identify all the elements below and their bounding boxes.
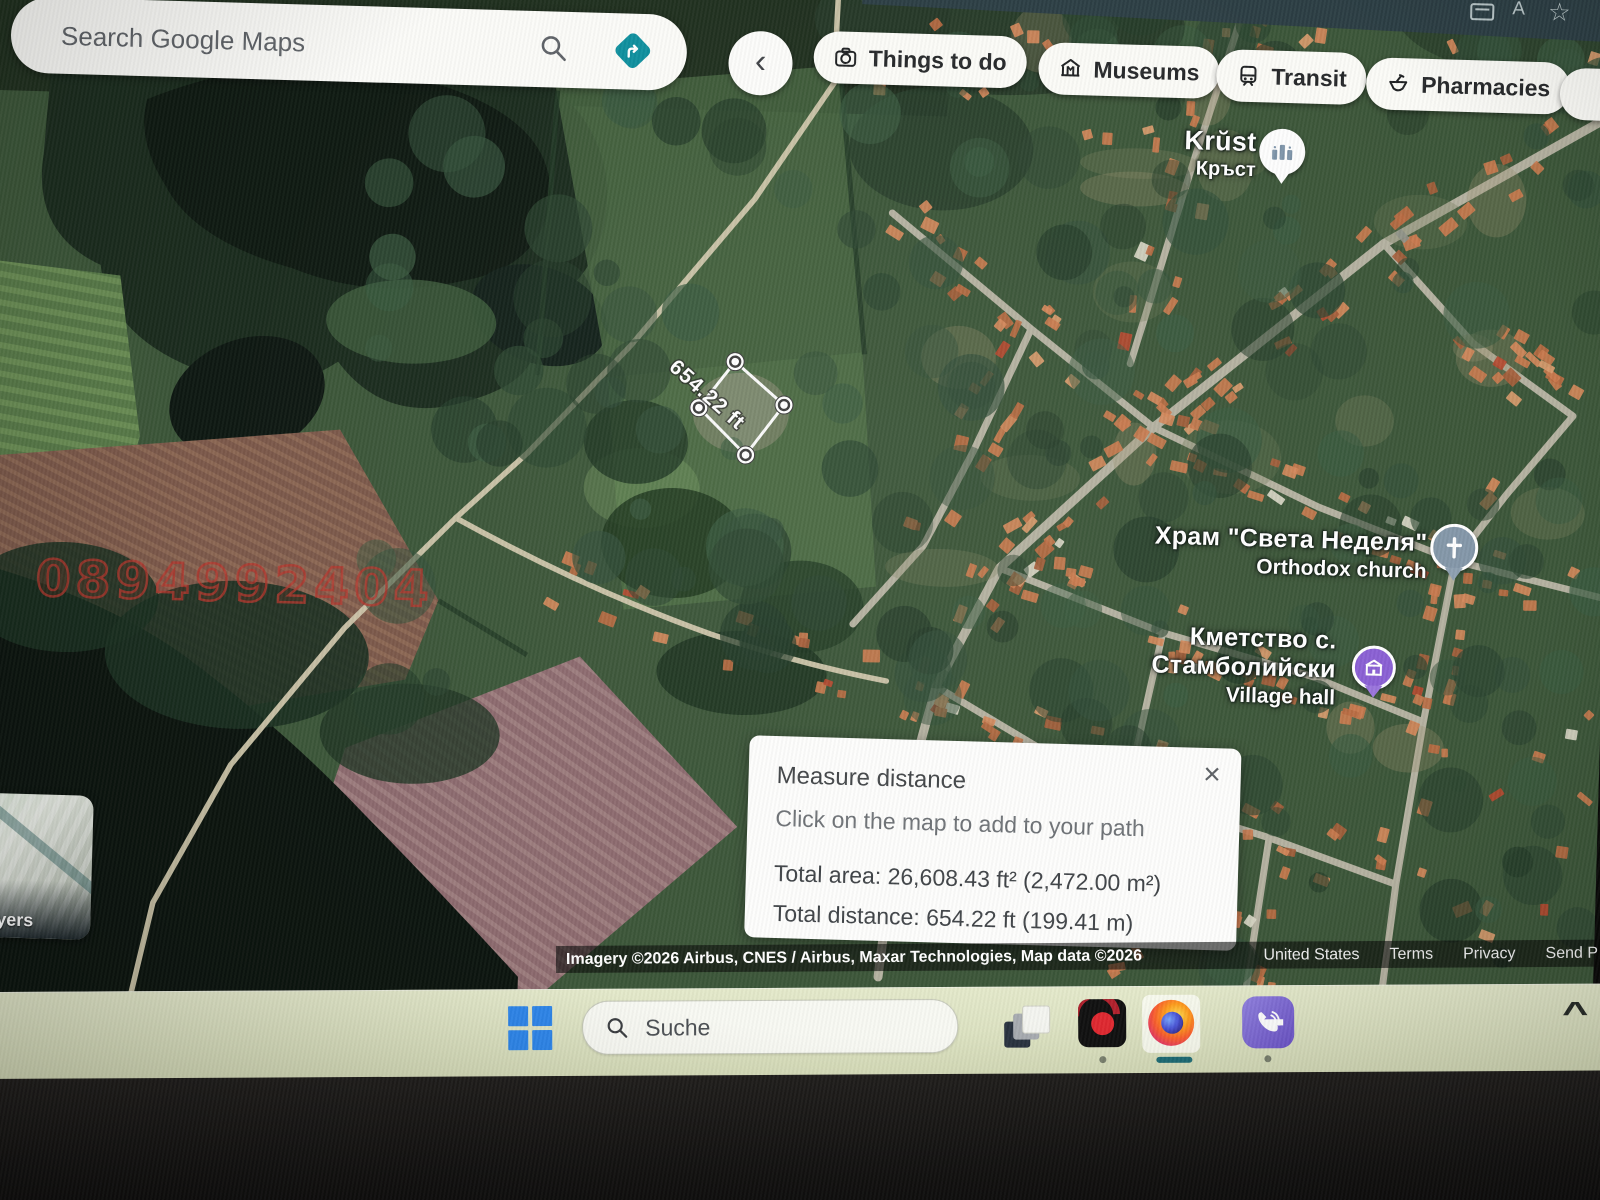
- attribution-region[interactable]: United States: [1263, 946, 1359, 965]
- poi-label-krust[interactable]: Krŭst Кръст: [1125, 124, 1257, 185]
- total-area-value: Total area: 26,608.43 ft² (2,472.00 m²): [774, 860, 1211, 899]
- directions-icon[interactable]: [614, 32, 653, 71]
- poi-subtitle: Кръст: [1125, 154, 1256, 185]
- windows-taskbar: ^: [0, 983, 1600, 1081]
- monitor-bezel: [0, 1070, 1600, 1200]
- chip-things-to-do[interactable]: Things to do: [813, 31, 1027, 89]
- museum-icon: [1058, 57, 1083, 82]
- reader-icon[interactable]: A: [1512, 0, 1525, 21]
- poi-label-orthodox-church[interactable]: Храм "Света Неделя" Orthodox church: [1134, 521, 1427, 585]
- running-app-dot: [1264, 1055, 1271, 1062]
- running-app-dot: [1099, 1056, 1106, 1063]
- bookmark-star-icon[interactable]: ☆: [1548, 0, 1571, 28]
- chip-label: Museums: [1093, 56, 1200, 86]
- poi-title: Krŭst: [1126, 124, 1257, 158]
- watermark-phone-number: 0894992404: [35, 549, 434, 618]
- task-view-button[interactable]: [1004, 1005, 1050, 1049]
- browser-screen: A ☆ ‹: [0, 0, 1600, 1060]
- chip-transit[interactable]: Transit: [1216, 49, 1368, 105]
- chip-pharmacies[interactable]: Pharmacies: [1365, 57, 1571, 115]
- taskbar-search-input[interactable]: [643, 1012, 907, 1042]
- civic-pin-icon[interactable]: [1351, 645, 1396, 690]
- camera-icon: [833, 45, 858, 70]
- imagery-credit: Imagery ©2026 Airbus, CNES / Airbus, Max…: [556, 947, 1142, 969]
- chip-label: Things to do: [868, 45, 1007, 76]
- chevron-left-icon: ‹: [754, 42, 766, 81]
- terms-link[interactable]: Terms: [1389, 945, 1433, 963]
- search-icon: [605, 1016, 629, 1040]
- chip-museums[interactable]: Museums: [1038, 42, 1220, 99]
- send-feedback-link[interactable]: Send P: [1545, 944, 1598, 962]
- town-pin-icon[interactable]: [1259, 128, 1306, 175]
- close-icon[interactable]: ×: [1203, 760, 1221, 790]
- privacy-link[interactable]: Privacy: [1463, 945, 1516, 963]
- pharmacy-icon: [1386, 72, 1411, 97]
- train-icon: [1236, 64, 1261, 89]
- taskbar-overflow-chevron[interactable]: ^: [1562, 997, 1588, 1031]
- maps-search-input[interactable]: [59, 19, 490, 64]
- panel-title: Measure distance: [776, 762, 1213, 802]
- poi-title: Стамболийски: [1139, 650, 1336, 684]
- taskbar-search-box[interactable]: [582, 999, 958, 1055]
- firefox-icon[interactable]: [1142, 995, 1200, 1053]
- church-pin-icon[interactable]: [1430, 523, 1479, 572]
- chip-label: Pharmacies: [1421, 71, 1551, 102]
- chip-label: Transit: [1271, 63, 1347, 92]
- layers-button[interactable]: Layers: [0, 792, 94, 940]
- start-button[interactable]: [508, 1006, 552, 1050]
- windows-logo-icon: [508, 1006, 528, 1026]
- firefox-active-indicator: [1156, 1057, 1192, 1063]
- poi-label-village-hall[interactable]: Кметство с. Стамболийски Village hall: [1139, 621, 1337, 711]
- total-distance-value: Total distance: 654.22 ft (199.41 m): [772, 900, 1209, 939]
- measure-distance-panel: × Measure distance Click on the map to a…: [744, 735, 1241, 951]
- photo-of-monitor: A ☆ ‹: [0, 0, 1600, 1200]
- panel-hint: Click on the map to add to your path: [775, 805, 1212, 844]
- turn-arrow-icon: [623, 40, 646, 63]
- poi-subtitle: Village hall: [1139, 679, 1336, 711]
- viber-icon[interactable]: [1242, 996, 1294, 1048]
- extensions-card-icon[interactable]: [1470, 3, 1494, 21]
- layers-label: Layers: [0, 909, 34, 932]
- search-icon[interactable]: [538, 33, 569, 69]
- media-app-icon[interactable]: [1078, 999, 1126, 1047]
